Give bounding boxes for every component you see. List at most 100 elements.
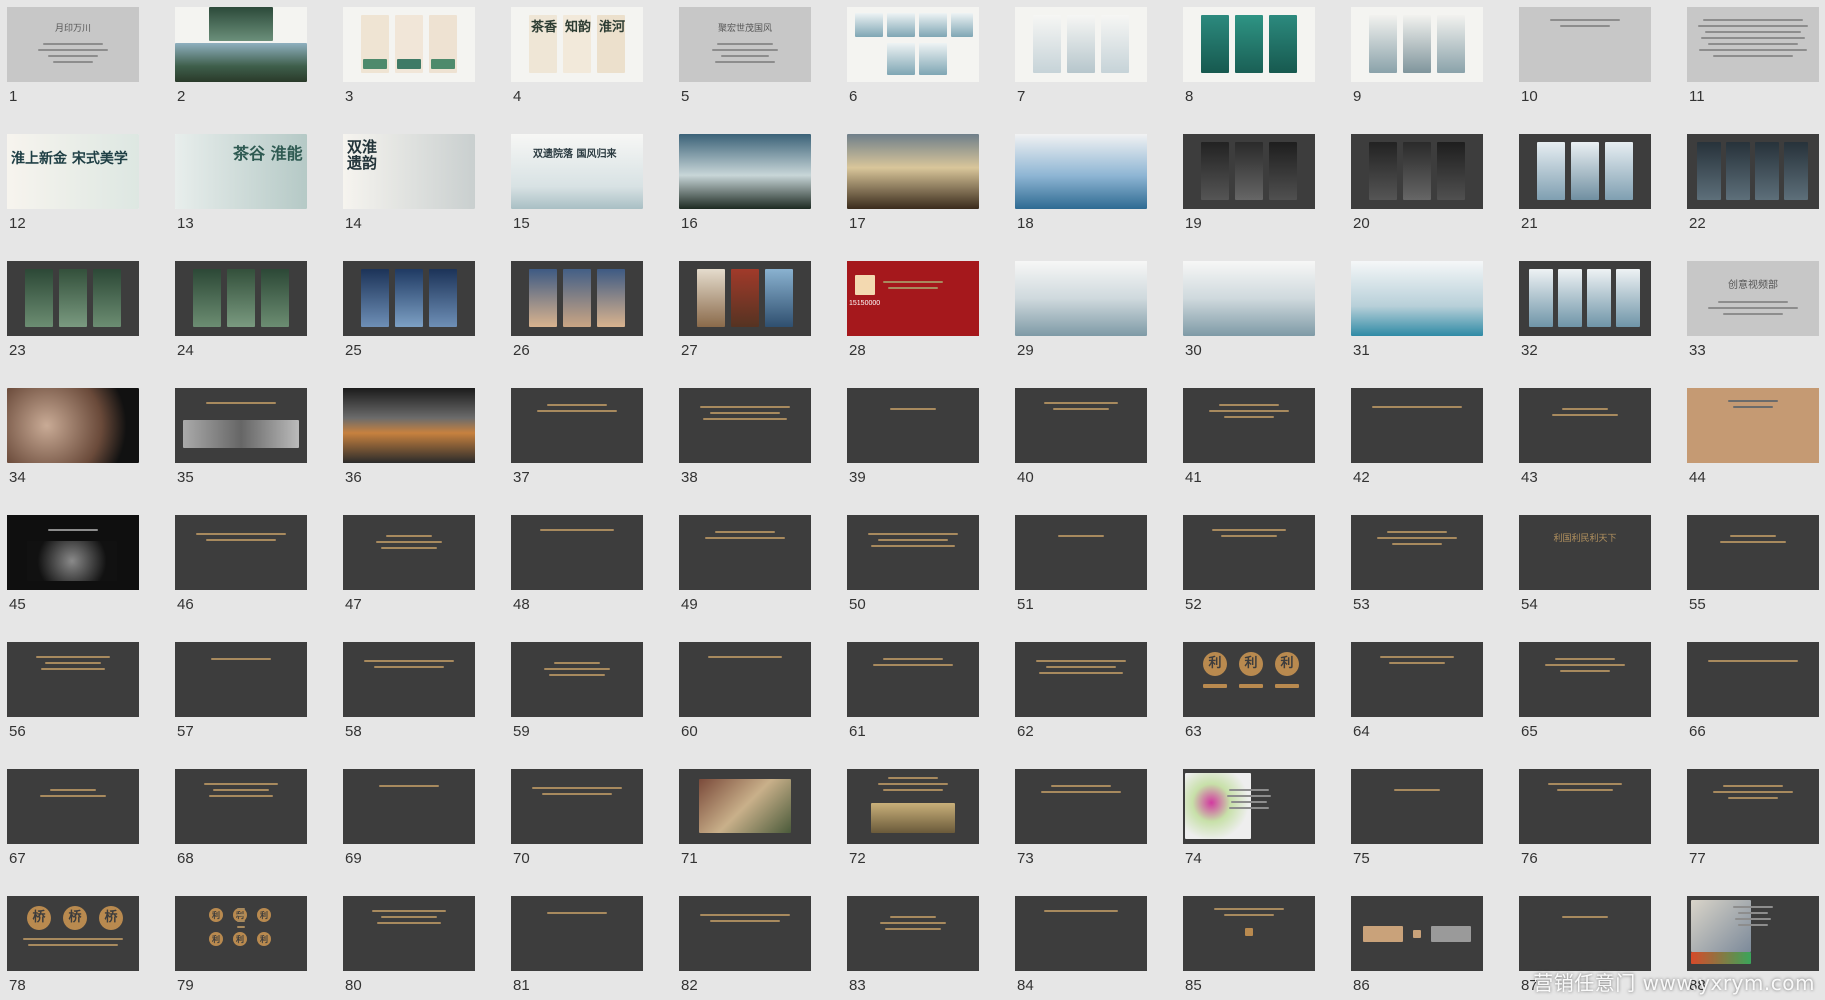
slide-thumbnail-68[interactable]: 68 <box>175 769 307 867</box>
slide-preview[interactable] <box>1687 7 1819 82</box>
slide-preview[interactable] <box>679 388 811 463</box>
slide-preview[interactable] <box>343 7 475 82</box>
slide-preview[interactable] <box>847 769 979 844</box>
slide-thumbnail-32[interactable]: 32 <box>1519 261 1651 359</box>
slide-preview[interactable] <box>679 261 811 336</box>
slide-thumbnail-14[interactable]: 双淮遗韵 14 <box>343 134 475 232</box>
slide-thumbnail-29[interactable]: 29 <box>1015 261 1147 359</box>
slide-preview[interactable] <box>511 896 643 971</box>
slide-preview[interactable] <box>847 896 979 971</box>
slide-thumbnail-69[interactable]: 69 <box>343 769 475 867</box>
slide-thumbnail-39[interactable]: 39 <box>847 388 979 486</box>
slide-preview[interactable] <box>847 134 979 209</box>
slide-thumbnail-44[interactable]: 44 <box>1687 388 1819 486</box>
slide-preview[interactable] <box>7 642 139 717</box>
slide-preview[interactable] <box>511 388 643 463</box>
slide-preview[interactable] <box>1183 515 1315 590</box>
slide-preview[interactable] <box>1687 388 1819 463</box>
slide-thumbnail-23[interactable]: 23 <box>7 261 139 359</box>
slide-preview[interactable]: 月印万川 <box>7 7 139 82</box>
slide-thumbnail-56[interactable]: 56 <box>7 642 139 740</box>
slide-thumbnail-48[interactable]: 48 <box>511 515 643 613</box>
slide-preview[interactable] <box>1687 896 1819 971</box>
slide-preview[interactable] <box>1687 769 1819 844</box>
slide-thumbnail-78[interactable]: 桥桥桥 78 <box>7 896 139 994</box>
slide-thumbnail-31[interactable]: 31 <box>1351 261 1483 359</box>
slide-preview[interactable] <box>511 515 643 590</box>
slide-preview[interactable] <box>847 515 979 590</box>
slide-thumbnail-8[interactable]: 8 <box>1183 7 1315 105</box>
slide-preview[interactable]: 利利利 <box>1183 642 1315 717</box>
slide-preview[interactable] <box>1687 134 1819 209</box>
slide-preview[interactable] <box>175 769 307 844</box>
slide-preview[interactable] <box>175 388 307 463</box>
slide-thumbnail-58[interactable]: 58 <box>343 642 475 740</box>
slide-thumbnail-65[interactable]: 65 <box>1519 642 1651 740</box>
slide-preview[interactable] <box>175 261 307 336</box>
slide-preview[interactable] <box>1015 261 1147 336</box>
slide-thumbnail-74[interactable]: 74 <box>1183 769 1315 867</box>
slide-thumbnail-63[interactable]: 利利利 63 <box>1183 642 1315 740</box>
slide-preview[interactable] <box>7 515 139 590</box>
slide-preview[interactable]: 茶香 知韵 淮河 <box>511 7 643 82</box>
slide-preview[interactable] <box>847 642 979 717</box>
slide-preview[interactable] <box>343 515 475 590</box>
slide-preview[interactable] <box>1351 642 1483 717</box>
slide-thumbnail-84[interactable]: 84 <box>1015 896 1147 994</box>
slide-thumbnail-82[interactable]: 82 <box>679 896 811 994</box>
slide-preview[interactable]: 利利利利利利 <box>175 896 307 971</box>
slide-thumbnail-49[interactable]: 49 <box>679 515 811 613</box>
slide-preview[interactable] <box>1519 388 1651 463</box>
slide-preview[interactable] <box>343 388 475 463</box>
slide-preview[interactable]: 双淮遗韵 <box>343 134 475 209</box>
slide-thumbnail-66[interactable]: 66 <box>1687 642 1819 740</box>
slide-preview[interactable] <box>1519 261 1651 336</box>
slide-thumbnail-50[interactable]: 50 <box>847 515 979 613</box>
slide-thumbnail-80[interactable]: 80 <box>343 896 475 994</box>
slide-thumbnail-76[interactable]: 76 <box>1519 769 1651 867</box>
slide-thumbnail-33[interactable]: 创意视频部 33 <box>1687 261 1819 359</box>
slide-preview[interactable]: 淮上新金 宋式美学 <box>7 134 139 209</box>
slide-preview[interactable]: 聚宏世茂国风 <box>679 7 811 82</box>
slide-thumbnail-87[interactable]: 87 <box>1519 896 1651 994</box>
slide-preview[interactable] <box>1351 769 1483 844</box>
slide-preview[interactable] <box>175 515 307 590</box>
slide-thumbnail-27[interactable]: 27 <box>679 261 811 359</box>
slide-preview[interactable] <box>1351 896 1483 971</box>
slide-preview[interactable]: 桥桥桥 <box>7 896 139 971</box>
slide-preview[interactable] <box>343 896 475 971</box>
slide-thumbnail-62[interactable]: 62 <box>1015 642 1147 740</box>
slide-thumbnail-40[interactable]: 40 <box>1015 388 1147 486</box>
slide-thumbnail-42[interactable]: 42 <box>1351 388 1483 486</box>
slide-preview[interactable] <box>511 769 643 844</box>
slide-thumbnail-22[interactable]: 22 <box>1687 134 1819 232</box>
slide-thumbnail-9[interactable]: 9 <box>1351 7 1483 105</box>
slide-thumbnail-4[interactable]: 茶香 知韵 淮河 4 <box>511 7 643 105</box>
slide-thumbnail-47[interactable]: 47 <box>343 515 475 613</box>
slide-preview[interactable]: 茶谷 淮能 <box>175 134 307 209</box>
slide-preview[interactable] <box>679 769 811 844</box>
slide-preview[interactable] <box>1015 896 1147 971</box>
slide-preview[interactable] <box>343 769 475 844</box>
slide-preview[interactable] <box>679 896 811 971</box>
slide-preview[interactable] <box>1183 388 1315 463</box>
slide-preview[interactable] <box>1183 7 1315 82</box>
slide-preview[interactable] <box>1519 896 1651 971</box>
slide-thumbnail-6[interactable]: 6 <box>847 7 979 105</box>
slide-preview[interactable] <box>1015 515 1147 590</box>
slide-thumbnail-88[interactable]: 88 <box>1687 896 1819 994</box>
slide-thumbnail-21[interactable]: 21 <box>1519 134 1651 232</box>
slide-thumbnail-70[interactable]: 70 <box>511 769 643 867</box>
slide-preview[interactable]: 利国利民利天下 <box>1519 515 1651 590</box>
slide-preview[interactable] <box>7 388 139 463</box>
slide-thumbnail-61[interactable]: 61 <box>847 642 979 740</box>
slide-thumbnail-67[interactable]: 67 <box>7 769 139 867</box>
slide-thumbnail-26[interactable]: 26 <box>511 261 643 359</box>
slide-thumbnail-7[interactable]: 7 <box>1015 7 1147 105</box>
slide-preview[interactable] <box>1183 896 1315 971</box>
slide-preview[interactable]: 15150000 <box>847 261 979 336</box>
slide-thumbnail-37[interactable]: 37 <box>511 388 643 486</box>
slide-preview[interactable] <box>1015 769 1147 844</box>
slide-thumbnail-41[interactable]: 41 <box>1183 388 1315 486</box>
slide-preview[interactable] <box>1015 388 1147 463</box>
